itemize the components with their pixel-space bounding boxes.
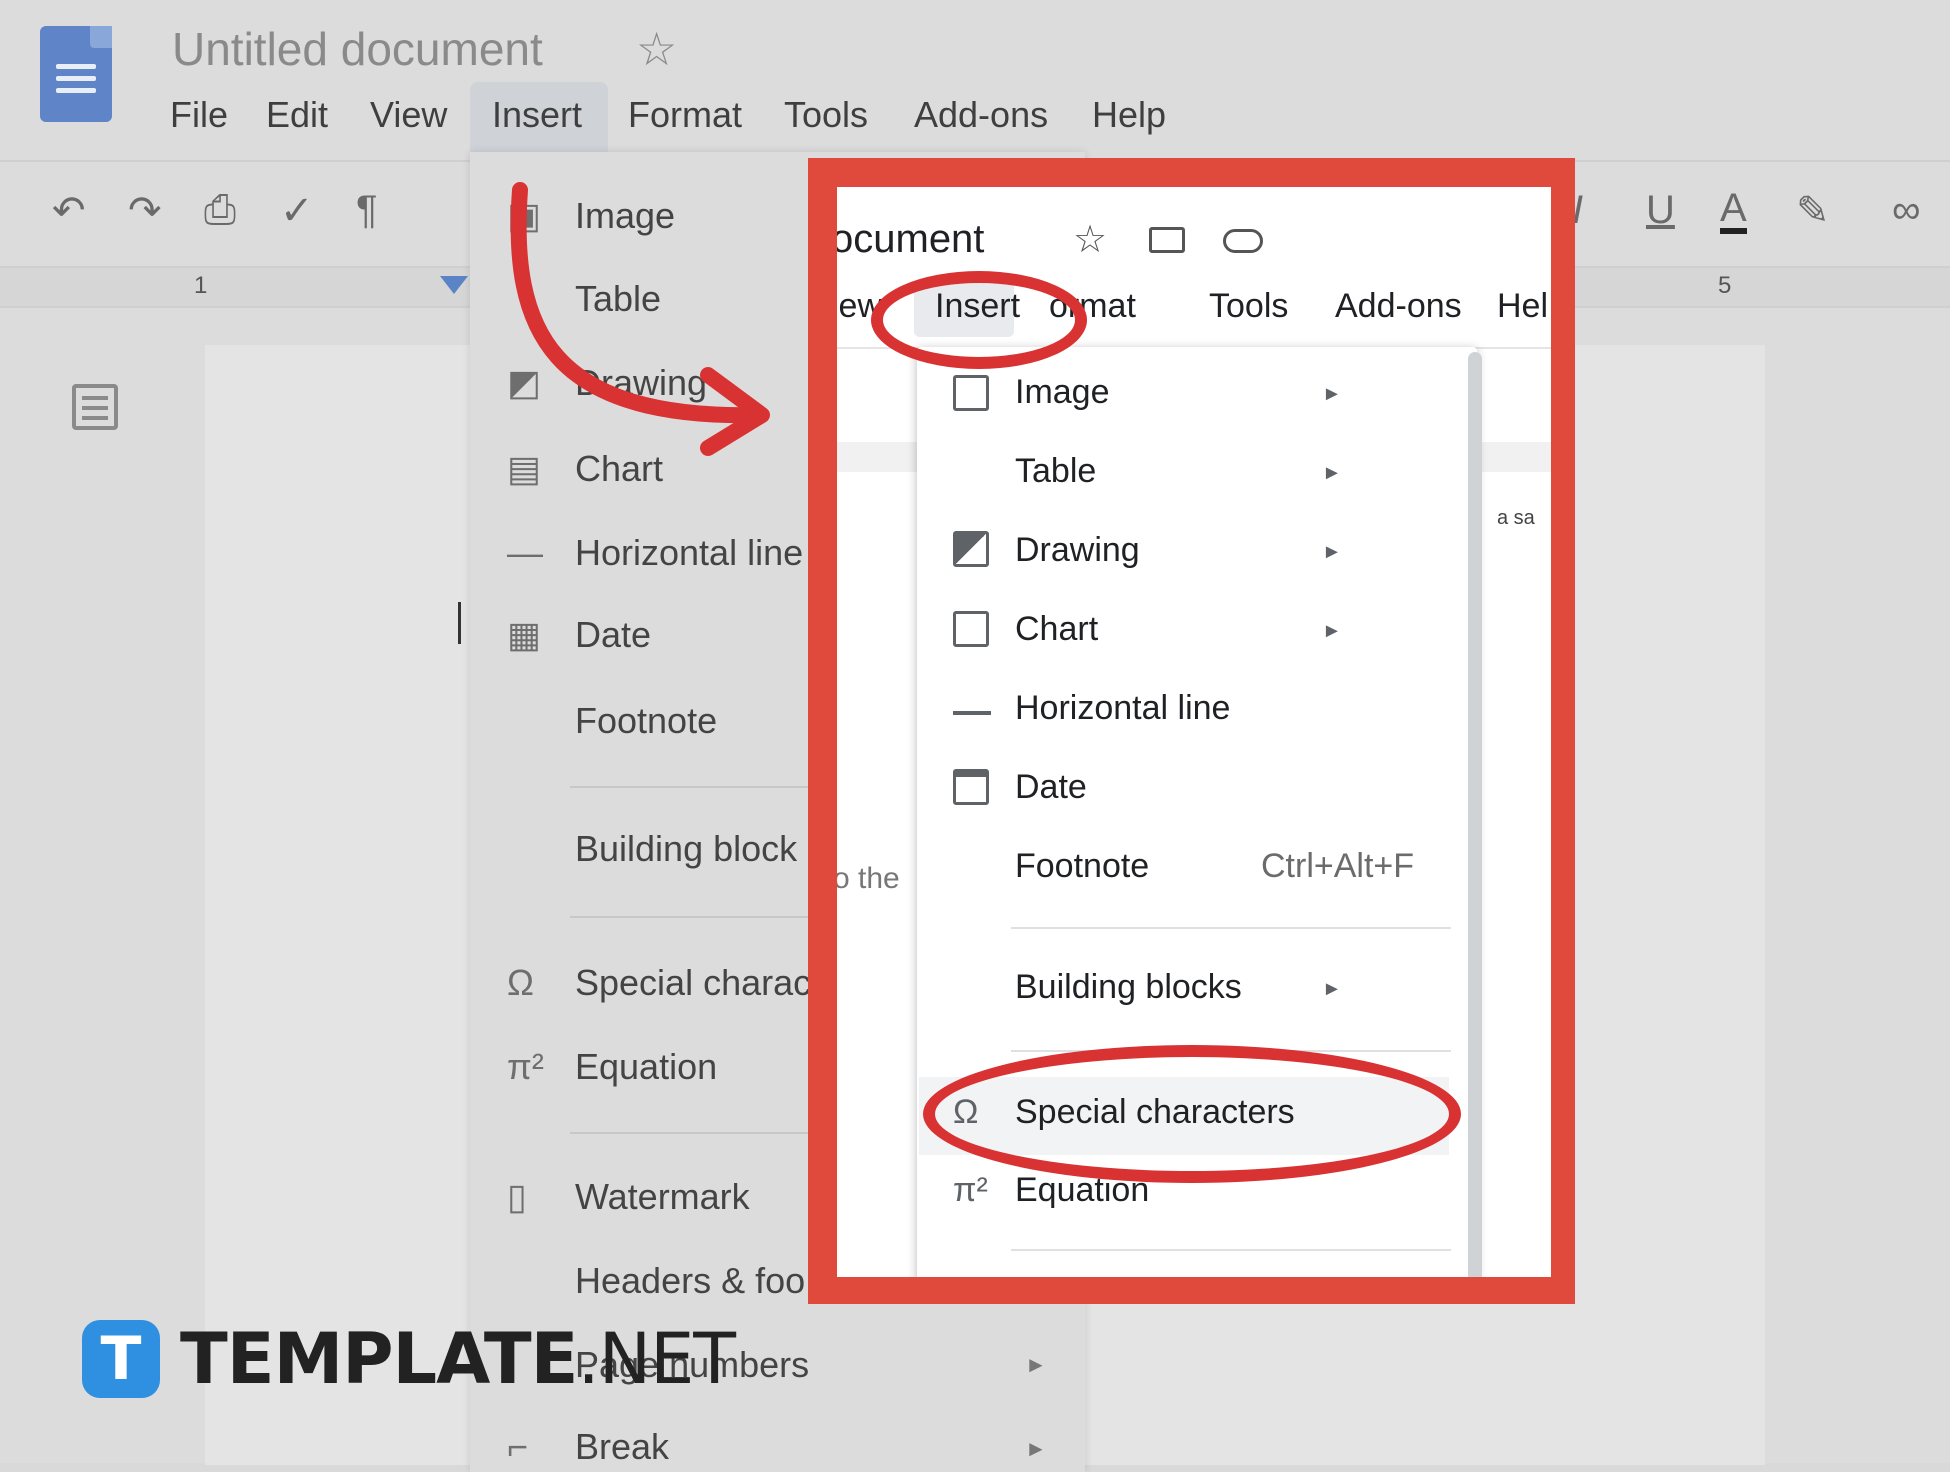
menu-footnote[interactable]: Footnote	[1015, 847, 1149, 886]
bg-menu-horizontal-line[interactable]: Horizontal line	[575, 532, 803, 574]
special-characters-annotation-ellipse	[923, 1045, 1461, 1183]
menu-addons[interactable]: Add-ons	[914, 94, 1048, 136]
template-logo-icon: T	[82, 1320, 160, 1398]
spellcheck-icon[interactable]: ✓	[280, 188, 314, 234]
submenu-arrow-icon: ►	[1322, 620, 1342, 642]
star-icon[interactable]: ☆	[1073, 217, 1107, 262]
outline-icon[interactable]	[72, 384, 118, 430]
document-title[interactable]: Untitled document	[172, 22, 543, 76]
zoom-panel: ocument ☆ iew Insert ormat Tools Add-ons…	[837, 187, 1551, 1277]
horizontal-line-icon: —	[507, 532, 543, 573]
dropdown-scrollbar[interactable]	[1468, 352, 1482, 1277]
break-icon: ⌐	[507, 1426, 529, 1467]
ruler-mark-5: 5	[1718, 272, 1732, 299]
menu-date[interactable]: Date	[1015, 768, 1087, 807]
drawing-icon	[953, 531, 989, 567]
page-text: a sa	[1497, 507, 1535, 529]
menu-drawing[interactable]: Drawing	[1015, 531, 1140, 570]
submenu-arrow-icon: ►	[1025, 1436, 1047, 1461]
horizontal-line-icon	[953, 711, 991, 715]
annotation-arrow-icon	[510, 182, 770, 456]
indent-marker[interactable]	[440, 276, 468, 294]
submenu-arrow-icon: ►	[1322, 978, 1342, 1000]
ruler-mark-1: 1	[194, 272, 208, 299]
submenu-arrow-icon: ►	[1322, 462, 1342, 484]
zoom-document-title[interactable]: ocument	[837, 217, 984, 262]
text-color-icon[interactable]: A	[1720, 188, 1747, 234]
menu-help[interactable]: Hel	[1497, 287, 1548, 326]
move-folder-icon[interactable]	[1149, 227, 1185, 253]
template-logo-text: TEMPLATE.NET	[180, 1318, 736, 1400]
bg-menu-building-blocks[interactable]: Building block	[575, 828, 797, 870]
menu-divider	[1011, 927, 1451, 929]
bg-menu-break[interactable]: Break	[575, 1426, 669, 1468]
menu-file[interactable]: File	[170, 94, 228, 136]
logo-brand: TEMPLATE	[180, 1318, 578, 1400]
bg-menu-equation[interactable]: Equation	[575, 1046, 717, 1088]
date-icon: ▦	[507, 614, 542, 655]
submenu-arrow-icon: ►	[1322, 541, 1342, 563]
text-cursor	[458, 602, 461, 644]
submenu-arrow-icon: ►	[1025, 1352, 1047, 1377]
cloud-status-icon[interactable]	[1223, 229, 1263, 253]
insert-annotation-ellipse	[871, 271, 1087, 369]
print-icon[interactable]: ⎙	[204, 188, 236, 233]
image-icon	[953, 375, 989, 411]
redo-icon[interactable]: ↷	[128, 188, 162, 234]
date-icon	[953, 769, 989, 805]
pi-icon: π²	[507, 1046, 544, 1087]
pi-icon: π²	[953, 1171, 988, 1209]
menu-tools[interactable]: Tools	[1209, 287, 1288, 326]
menu-building-blocks[interactable]: Building blocks	[1015, 968, 1242, 1007]
footnote-shortcut: Ctrl+Alt+F	[1261, 847, 1415, 885]
highlight-icon[interactable]: ✎	[1796, 188, 1830, 234]
menu-image[interactable]: Image	[1015, 373, 1110, 412]
bg-menu-watermark[interactable]: Watermark	[575, 1176, 750, 1218]
menu-chart[interactable]: Chart	[1015, 610, 1098, 649]
submenu-arrow-icon: ►	[1322, 383, 1342, 405]
logo-suffix: .NET	[577, 1318, 736, 1400]
undo-icon[interactable]: ↶	[52, 188, 86, 234]
underline-icon[interactable]: U	[1646, 188, 1675, 233]
menu-addons[interactable]: Add-ons	[1335, 287, 1462, 326]
link-icon[interactable]: ∞	[1892, 188, 1921, 233]
omega-icon: Ω	[507, 962, 534, 1003]
logo-badge-letter: T	[100, 1324, 142, 1394]
watermark-icon: ▯	[507, 1176, 527, 1217]
docs-logo-icon[interactable]	[40, 26, 112, 122]
menu-edit[interactable]: Edit	[266, 94, 328, 136]
menu-horizontal-line[interactable]: Horizontal line	[1015, 689, 1230, 728]
menu-divider	[1011, 1249, 1451, 1251]
star-icon[interactable]: ☆	[636, 22, 677, 76]
menu-insert[interactable]: Insert	[492, 94, 582, 136]
bg-menu-footnote[interactable]: Footnote	[575, 700, 717, 742]
bg-menu-date[interactable]: Date	[575, 614, 651, 656]
chart-icon	[953, 611, 989, 647]
paint-format-icon[interactable]: ¶	[356, 188, 377, 233]
page-text: o the	[837, 862, 900, 895]
menu-view[interactable]: View	[370, 94, 447, 136]
menu-tools[interactable]: Tools	[784, 94, 868, 136]
bg-menu-special-characters[interactable]: Special charac	[575, 962, 811, 1004]
menu-help[interactable]: Help	[1092, 94, 1166, 136]
menu-table[interactable]: Table	[1015, 452, 1096, 491]
bg-menu-headers-footers[interactable]: Headers & foo	[575, 1260, 805, 1302]
menu-format[interactable]: Format	[628, 94, 742, 136]
